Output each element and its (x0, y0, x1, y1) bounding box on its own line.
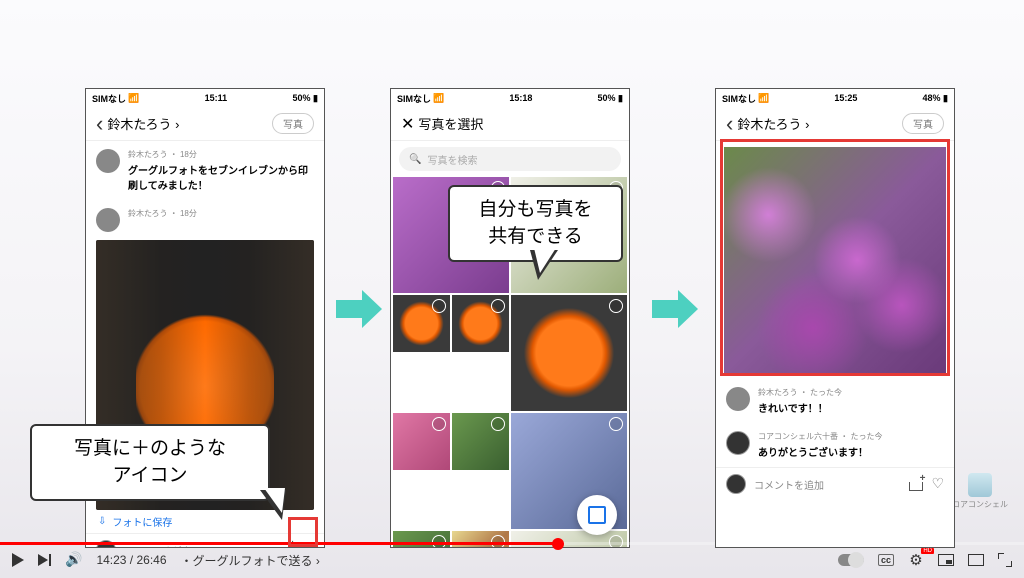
avatar (96, 208, 120, 232)
photo-chip: 写真 (902, 113, 944, 134)
download-icon (98, 516, 106, 527)
subtitles-button[interactable]: cc (878, 554, 894, 566)
channel-logo: コアコンシェル (952, 473, 1008, 510)
miniplayer-button[interactable] (938, 552, 954, 568)
nav-bar: 鈴木たろう › 写真 (716, 107, 954, 141)
avatar (726, 387, 750, 411)
search-bar: 写真を検索 (399, 147, 621, 171)
wifi-icon (433, 93, 444, 104)
post: 鈴木たろう ・ 18分 (86, 200, 324, 240)
callout-add-icon: 写真に＋のようなアイコン (30, 424, 270, 501)
photo-chip: 写真 (272, 113, 314, 134)
comment-input: コメントを追加 (754, 477, 901, 492)
next-button[interactable] (38, 554, 51, 566)
post-text: グーグルフォトをセブンイレブンから印刷してみました！ (128, 162, 314, 192)
nav-bar: 写真を選択 (391, 107, 629, 141)
add-photo-icon (909, 477, 923, 491)
play-button[interactable] (12, 553, 24, 567)
grid-photo (629, 177, 630, 293)
callout-tail (260, 490, 286, 520)
grid-photo (452, 413, 509, 470)
logo-icon (968, 473, 992, 497)
hd-badge: HD (921, 548, 934, 554)
autoplay-toggle[interactable] (838, 554, 864, 566)
avatar-self (726, 474, 746, 494)
post: コアコンシェル六十番 ・ たった今 ありがとうございます！ (716, 423, 954, 467)
sim-status: SIMなし (722, 92, 756, 105)
sim-status: SIMなし (397, 92, 431, 105)
search-icon (409, 154, 421, 165)
back-icon (96, 113, 103, 135)
fullscreen-button[interactable] (998, 553, 1012, 567)
heart-icon (931, 475, 944, 493)
wifi-icon (758, 93, 769, 104)
clock: 15:11 (205, 93, 228, 103)
grid-photo (511, 295, 627, 411)
post-meta: 鈴木たろう ・ 18分 (128, 208, 314, 219)
clock: 15:18 (509, 93, 532, 103)
post-meta: コアコンシェル六十番 ・ たった今 (758, 431, 944, 442)
progress-played (0, 542, 558, 545)
post: 鈴木たろう ・ たった今 きれいです！！ (716, 379, 954, 423)
status-bar: SIMなし 15:11 50% ▮ (86, 89, 324, 107)
nav-title: 鈴木たろう › (737, 114, 809, 133)
back-icon (726, 113, 733, 135)
nav-title: 写真を選択 (418, 114, 483, 133)
slide-content: SIMなし 15:11 50% ▮ 鈴木たろう › 写真 鈴木たろう ・ 18分… (0, 0, 1024, 550)
nav-bar: 鈴木たろう › 写真 (86, 107, 324, 141)
post-text: きれいです！！ (758, 400, 944, 415)
search-placeholder: 写真を検索 (427, 152, 477, 167)
grid-photo (629, 413, 630, 529)
sim-status: SIMなし (92, 92, 126, 105)
callout-tail (530, 250, 558, 280)
highlight-box-add-icon (288, 517, 318, 547)
close-icon (401, 114, 414, 134)
battery: 50% ▮ (598, 93, 623, 104)
time-display: 14:23 / 26:46 (96, 553, 166, 567)
avatar (96, 149, 120, 173)
settings-button[interactable]: HD (908, 552, 924, 568)
battery: 48% ▮ (923, 93, 948, 104)
arrow-right-icon (334, 284, 384, 334)
grid-photo (393, 295, 450, 352)
logo-text: コアコンシェル (952, 499, 1008, 510)
post-meta: 鈴木たろう ・ たった今 (758, 387, 944, 398)
phone-screenshot-2: SIMなし 15:18 50% ▮ 写真を選択 写真を検索 (390, 88, 630, 548)
avatar (726, 431, 750, 455)
highlight-box-shared-photo (720, 139, 950, 376)
arrow-right-icon (650, 284, 700, 334)
scan-fab (577, 495, 617, 535)
theater-button[interactable] (968, 552, 984, 568)
wifi-icon (128, 93, 139, 104)
post: 鈴木たろう ・ 18分 グーグルフォトをセブンイレブンから印刷してみました！ (86, 141, 324, 200)
post-meta: 鈴木たろう ・ 18分 (128, 149, 314, 160)
comment-row: コメントを追加 (716, 467, 954, 500)
status-bar: SIMなし 15:25 48% ▮ (716, 89, 954, 107)
volume-button[interactable] (65, 551, 82, 569)
grid-photo (452, 295, 509, 352)
grid-photo (393, 413, 450, 470)
grid-photo (629, 295, 630, 411)
nav-title: 鈴木たろう › (107, 114, 179, 133)
post-text: ありがとうございます！ (758, 444, 944, 459)
status-bar: SIMなし 15:18 50% ▮ (391, 89, 629, 107)
clock: 15:25 (834, 93, 857, 103)
battery: 50% ▮ (293, 93, 318, 104)
chapter-title[interactable]: ・グーグルフォトで送る (181, 552, 320, 569)
